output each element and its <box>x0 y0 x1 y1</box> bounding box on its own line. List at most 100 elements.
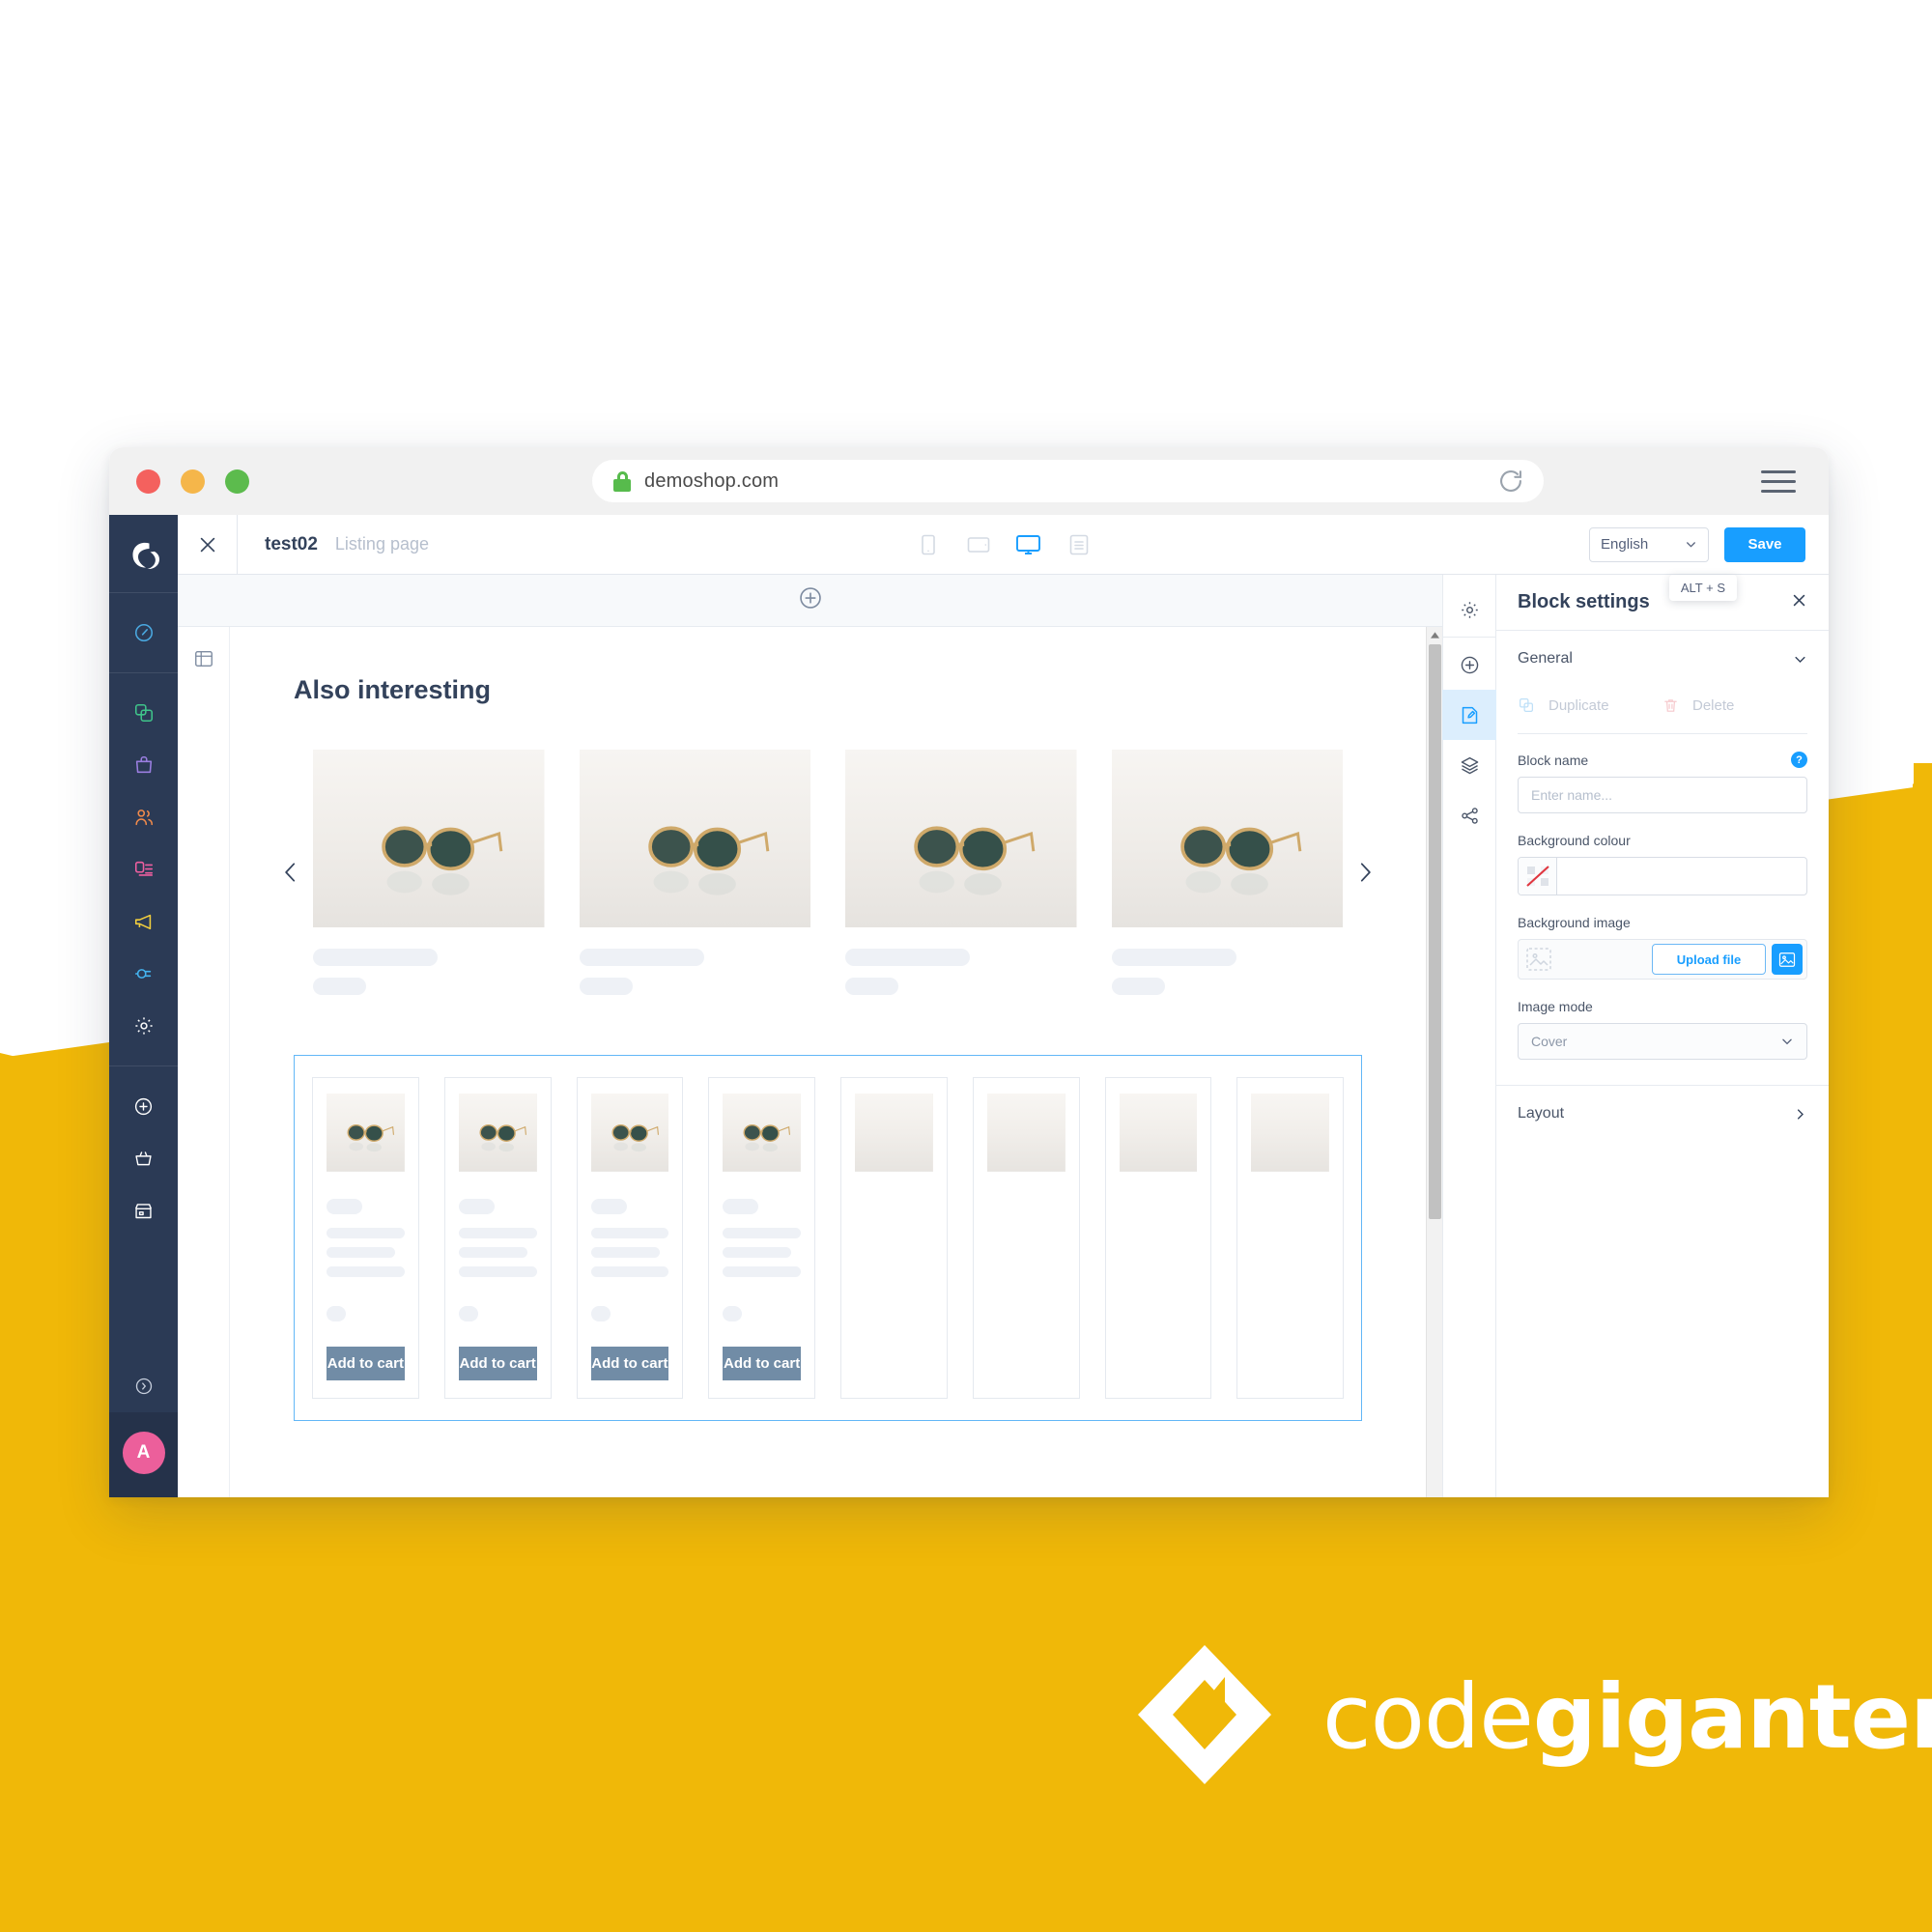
scrollbar-thumb[interactable] <box>1428 644 1441 1219</box>
brand-word-light: code <box>1322 1665 1534 1769</box>
layers-icon <box>1461 756 1478 774</box>
toolbar-actions: English Save <box>1589 526 1829 562</box>
save-shortcut-tooltip: ALT + S <box>1668 575 1737 601</box>
sidebar-modules-group <box>109 673 178 1065</box>
product-card[interactable]: Add to cart <box>443 1077 552 1400</box>
sidebar-item-add-new[interactable] <box>123 1085 165 1127</box>
rail-item-add-section[interactable] <box>1442 639 1496 690</box>
canvas-scrollbar[interactable] <box>1426 627 1442 1497</box>
add-block-button[interactable] <box>798 585 823 615</box>
scroll-up-button[interactable] <box>1426 627 1442 643</box>
product-image <box>579 750 810 928</box>
rail-item-block-settings[interactable] <box>1442 690 1496 740</box>
carousel-item[interactable] <box>845 750 1077 996</box>
close-window-button[interactable] <box>136 469 160 494</box>
language-select[interactable]: English <box>1589 526 1709 562</box>
address-bar[interactable]: demoshop.com <box>592 460 1544 502</box>
panel-section-general: General Duplicate Delete Block name ? En… <box>1496 631 1829 1086</box>
sidebar-item-help[interactable] <box>123 1365 165 1407</box>
carousel-next-button[interactable] <box>1343 856 1387 889</box>
close-editor-button[interactable] <box>178 514 238 575</box>
delete-block-button[interactable]: Delete <box>1662 697 1807 714</box>
transparent-swatch-icon[interactable] <box>1519 858 1557 895</box>
skeleton-line <box>723 1266 801 1278</box>
sidebar-item-dashboard[interactable] <box>123 611 165 654</box>
product-listing-block[interactable]: Add to cart Add to cart Add to cart Add … <box>294 1055 1362 1422</box>
avatar[interactable]: A <box>122 1432 165 1474</box>
sidebar-item-customers[interactable] <box>123 796 165 838</box>
product-card[interactable]: Add to cart <box>312 1077 419 1400</box>
duplicate-block-button[interactable]: Duplicate <box>1518 696 1662 714</box>
reload-icon[interactable] <box>1497 468 1524 495</box>
carousel-item[interactable] <box>313 750 545 996</box>
shopware-logo[interactable] <box>125 536 163 575</box>
sidebar-item-settings[interactable] <box>123 1005 165 1047</box>
rail-item-share[interactable] <box>1442 790 1496 840</box>
background-colour-input[interactable] <box>1518 857 1807 895</box>
sidebar-item-catalogues[interactable] <box>123 692 165 734</box>
rail-item-layers[interactable] <box>1442 740 1496 790</box>
skeleton-line <box>590 1228 669 1239</box>
image-mode-select[interactable]: Cover <box>1518 1023 1807 1060</box>
product-image <box>313 750 545 928</box>
panel-close-button[interactable] <box>1791 592 1807 613</box>
device-mobile-button[interactable] <box>914 530 943 559</box>
skeleton-line <box>590 1247 660 1259</box>
canvas-scroll-area: Also interesting Add to cart Add to cart… <box>178 627 1442 1497</box>
admin-application: A test02 Listing page English Save ALT +… <box>109 514 1829 1497</box>
carousel-prev-button[interactable] <box>269 856 313 889</box>
product-card[interactable]: Add to cart <box>708 1077 815 1400</box>
add-to-cart-button[interactable]: Add to cart <box>590 1347 669 1381</box>
carousel-item[interactable] <box>1111 750 1343 996</box>
product-card[interactable] <box>1104 1077 1212 1400</box>
block-name-field: Block name ? Enter name... <box>1518 752 1807 813</box>
upload-file-button[interactable]: Upload file <box>1652 944 1766 975</box>
chevron-down-icon <box>1795 656 1805 663</box>
browser-window: demoshop.com A test02 Listing page Engli… <box>109 447 1829 1497</box>
maximize-window-button[interactable] <box>225 469 249 494</box>
layout-sidebar-icon[interactable] <box>193 648 214 674</box>
sidebar-item-basket[interactable] <box>123 1137 165 1179</box>
minimize-window-button[interactable] <box>181 469 205 494</box>
user-menu[interactable]: A <box>109 1412 178 1497</box>
skeleton-line <box>458 1199 495 1215</box>
panel-header: Block settings <box>1496 575 1829 631</box>
rail-item-settings[interactable] <box>1442 584 1496 635</box>
sidebar-item-orders[interactable] <box>123 744 165 786</box>
canvas-column: Also interesting Add to cart Add to cart… <box>178 575 1442 1497</box>
add-to-cart-button[interactable]: Add to cart <box>723 1347 801 1381</box>
add-section-bar <box>178 575 1442 627</box>
product-card[interactable] <box>840 1077 948 1400</box>
sidebar-item-storefront[interactable] <box>123 1189 165 1232</box>
skeleton-line <box>1111 949 1236 967</box>
block-name-input[interactable]: Enter name... <box>1518 777 1807 813</box>
sidebar-item-content[interactable] <box>123 848 165 891</box>
editor-tool-rail <box>1442 575 1496 1497</box>
skeleton-line <box>327 1228 405 1239</box>
save-button[interactable]: Save <box>1724 526 1805 562</box>
carousel-item[interactable] <box>579 750 810 996</box>
device-desktop-button[interactable] <box>1014 530 1043 559</box>
sidebar-item-marketing[interactable] <box>123 900 165 943</box>
panel-section-layout[interactable]: Layout <box>1496 1086 1829 1142</box>
browser-menu-icon[interactable] <box>1761 469 1796 493</box>
skeleton-line <box>327 1306 347 1322</box>
sidebar-item-extensions[interactable] <box>123 952 165 995</box>
product-card[interactable]: Add to cart <box>576 1077 684 1400</box>
general-section-header[interactable]: General <box>1518 650 1807 668</box>
gear-icon <box>1461 601 1478 618</box>
media-picker-button[interactable] <box>1772 944 1803 975</box>
device-fullscreen-button[interactable] <box>1065 530 1094 559</box>
device-tablet-button[interactable] <box>964 530 993 559</box>
product-card[interactable] <box>972 1077 1080 1400</box>
add-to-cart-button[interactable]: Add to cart <box>458 1347 537 1381</box>
background-image-label: Background image <box>1518 915 1631 930</box>
add-to-cart-button[interactable]: Add to cart <box>327 1347 405 1381</box>
help-icon[interactable]: ? <box>1791 752 1807 768</box>
skeleton-line <box>458 1247 527 1259</box>
skeleton-line <box>327 1199 363 1215</box>
product-card[interactable] <box>1236 1077 1344 1400</box>
skeleton-line <box>458 1306 478 1322</box>
skeleton-line <box>723 1306 743 1322</box>
product-image <box>1119 1094 1198 1173</box>
